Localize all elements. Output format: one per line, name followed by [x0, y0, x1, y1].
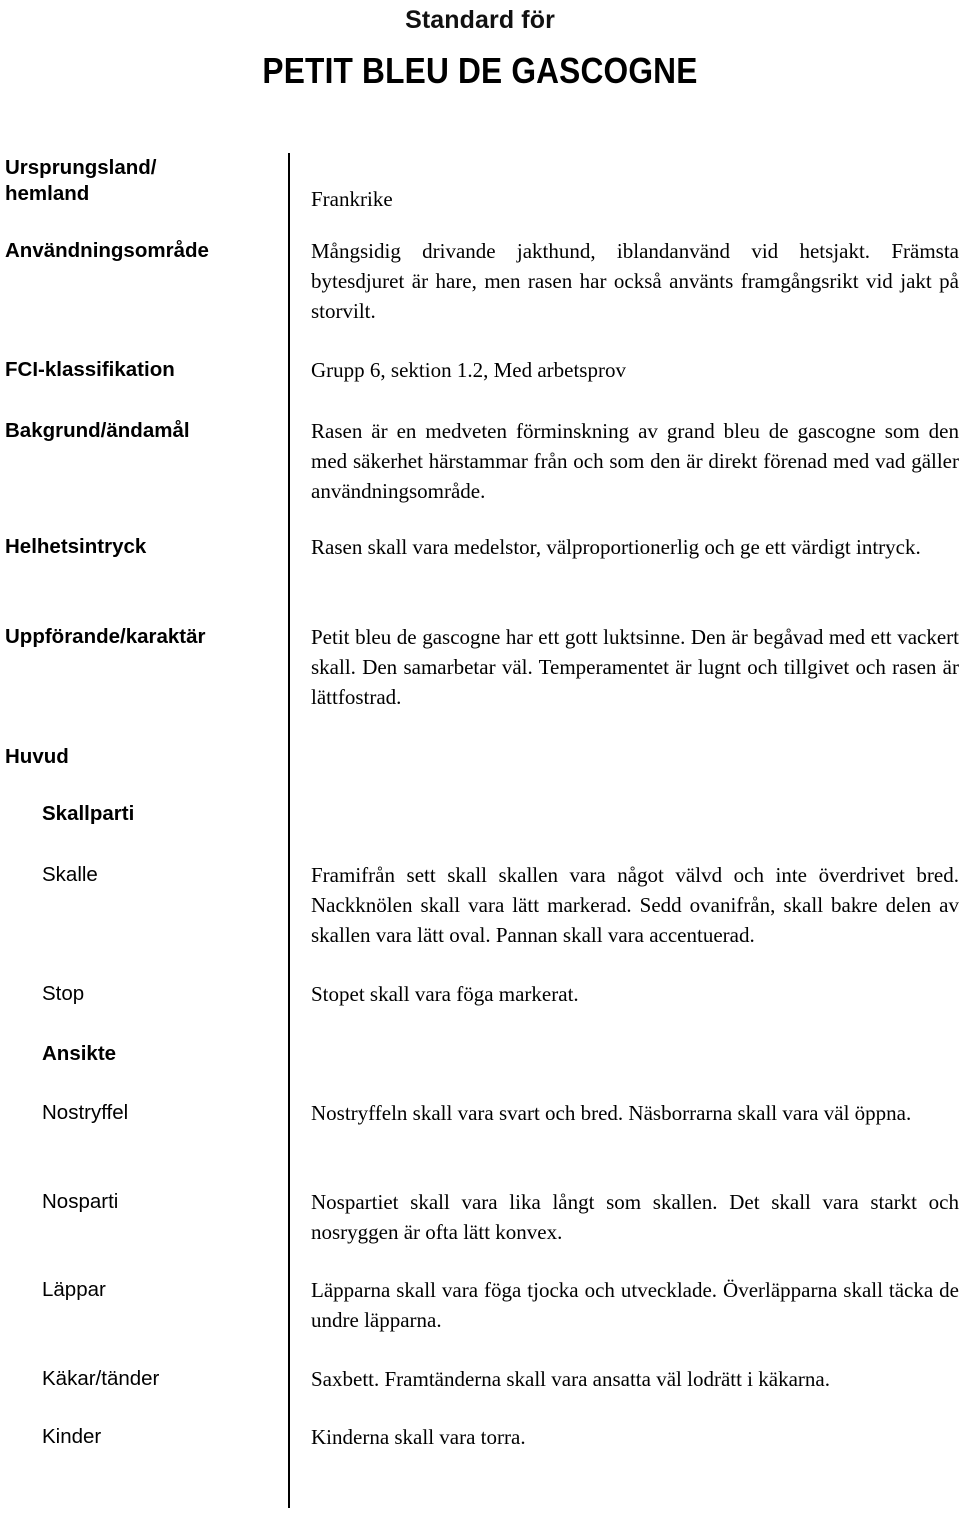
row-label: Uppförande/karaktär [5, 625, 206, 648]
row-label: Bakgrund/ändamål [5, 419, 190, 442]
row-label: Nosparti [42, 1190, 119, 1213]
row-body-text: Rasen skall vara medelstor, välproportio… [311, 535, 921, 559]
row-body-text: Stopet skall vara föga markerat. [311, 982, 579, 1006]
row-label: Skallparti [42, 802, 135, 825]
row-label: Läppar [42, 1278, 106, 1301]
row-body-text: Saxbett. Framtänderna skall vara ansatta… [311, 1367, 830, 1391]
standard-prefix-heading: Standard för [405, 6, 555, 34]
row-body-text: Kinderna skall vara torra. [311, 1425, 526, 1449]
row-label: Användningsområde [5, 239, 209, 262]
column-divider-rule [288, 153, 290, 1508]
row-label: Skalle [42, 863, 98, 886]
row-label: FCI-klassifikation [5, 358, 175, 381]
row-body-text: Mångsidig drivande jakthund, iblandanvän… [311, 239, 959, 323]
row-body-text: Framifrån sett skall skallen vara något … [311, 863, 959, 947]
row-label: Helhetsintryck [5, 535, 147, 558]
row-label: Käkar/tänder [42, 1367, 160, 1390]
row-body-text: Nostryffeln skall vara svart och bred. N… [311, 1101, 912, 1125]
row-label: Kinder [42, 1425, 102, 1448]
row-body-text: Frankrike [311, 187, 393, 211]
row-label: Huvud [5, 745, 69, 768]
row-body-text: Rasen är en medveten förminskning av gra… [311, 419, 959, 503]
row-label: Stop [42, 982, 85, 1005]
row-body-text: Petit bleu de gascogne har ett gott lukt… [311, 625, 959, 709]
row-label: Nostryffel [42, 1101, 129, 1124]
row-body-text: Grupp 6, sektion 1.2, Med arbetsprov [311, 358, 626, 382]
document-title-block: Standard för PETIT BLEU DE GASCOGNE [0, 0, 960, 89]
row-body-text: Läpparna skall vara föga tjocka och utve… [311, 1278, 959, 1332]
row-label: Ursprungsland/ hemland [5, 156, 157, 205]
row-label: Ansikte [42, 1042, 117, 1065]
breed-name-heading: PETIT BLEU DE GASCOGNE [262, 50, 698, 91]
row-body-text: Nospartiet skall vara lika långt som ska… [311, 1190, 959, 1244]
